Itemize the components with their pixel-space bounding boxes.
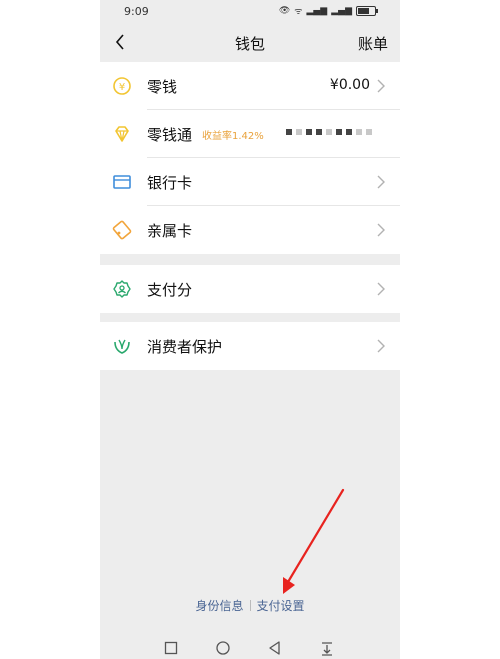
- identity-info-link[interactable]: 身份信息: [195, 599, 243, 613]
- footer-links: 身份信息 支付设置: [100, 597, 400, 614]
- footer-separator: [249, 600, 251, 611]
- back-triangle-icon[interactable]: [267, 640, 283, 656]
- notification-pull-icon[interactable]: [319, 640, 335, 656]
- system-nav-bar: [100, 636, 400, 659]
- payment-settings-link[interactable]: 支付设置: [257, 599, 305, 613]
- home-icon[interactable]: [215, 640, 231, 656]
- red-annotation-arrow: [283, 488, 345, 594]
- recent-apps-icon[interactable]: [163, 640, 179, 656]
- phone-screen: 9:09 👁 ᯤ ▂▄▆ ▂▄▆ 钱包 账单 ¥ 零钱 ¥0.00 零钱通 收益…: [100, 0, 400, 659]
